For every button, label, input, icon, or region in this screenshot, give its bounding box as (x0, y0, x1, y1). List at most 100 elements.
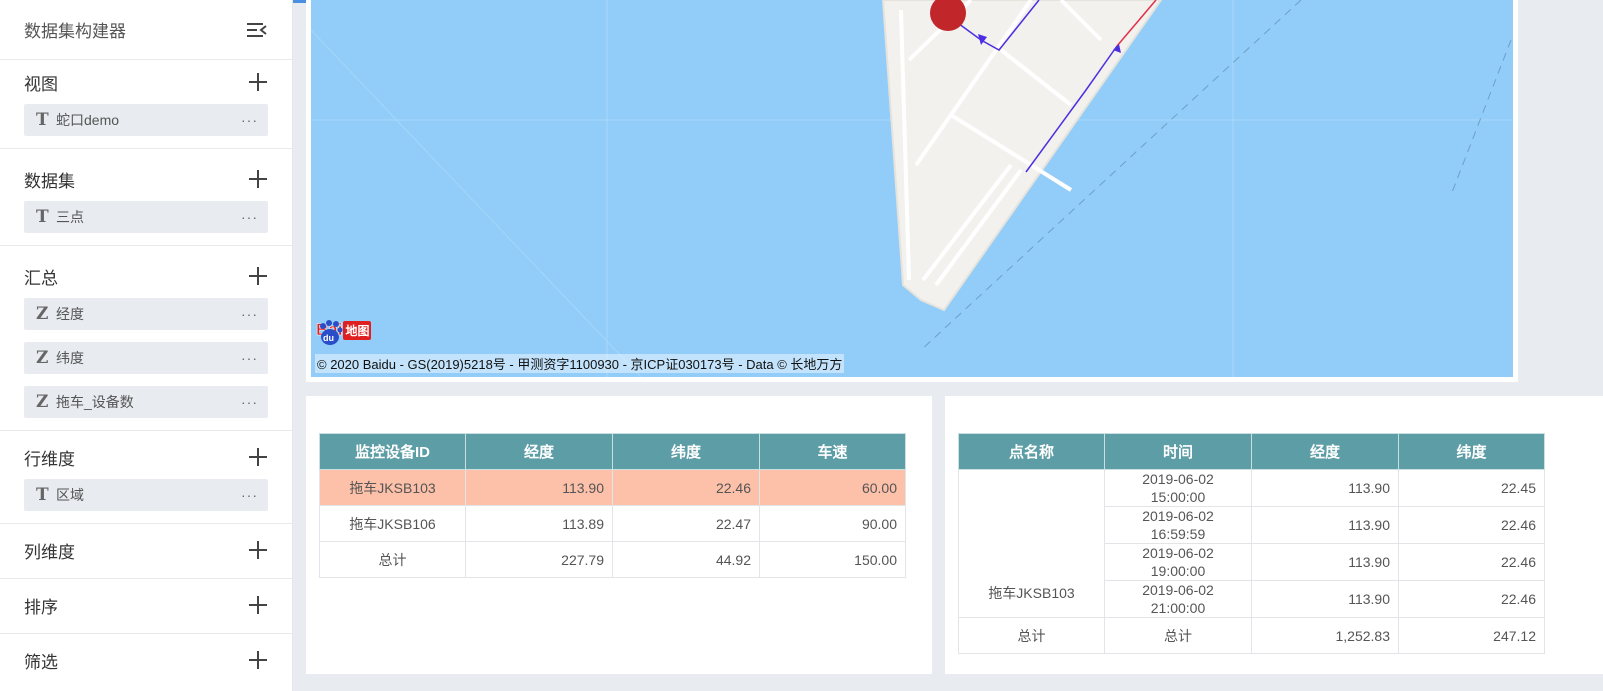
section-title-view: 视图 (24, 74, 58, 94)
field-item-latitude[interactable]: Z 纬度 ··· (24, 342, 268, 374)
section-row-dimension: 行维度 T 区域 ··· (0, 435, 292, 524)
dataset-builder-sidebar: 数据集构建器 视图 T 蛇口demo ··· 数据集 T 三点 ··· 汇总 Z… (0, 0, 293, 691)
section-column-dimension: 列维度 (0, 528, 292, 579)
time-cell: 2019-06-02 21:00:00 (1104, 580, 1252, 618)
sidebar-header: 数据集构建器 (0, 0, 292, 60)
section-title-row-dimension: 行维度 (24, 449, 75, 469)
table-cell: 150.00 (759, 541, 906, 578)
section-title-filter: 筛选 (24, 652, 58, 672)
add-filter-plus-icon[interactable] (248, 650, 268, 670)
field-label: 蛇口demo (56, 112, 120, 128)
sidebar-title: 数据集构建器 (24, 22, 126, 41)
section-title-dataset: 数据集 (24, 171, 75, 191)
time-cell: 2019-06-02 19:00:00 (1104, 543, 1252, 581)
map-panel: Bai du 地图 © 2020 Baidu - GS(2019)5218号 -… (306, 0, 1518, 382)
section-title-column-dimension: 列维度 (24, 542, 75, 562)
field-label: 区域 (56, 487, 84, 503)
more-options-icon[interactable]: ··· (241, 306, 258, 322)
baidu-logo-du: du (323, 333, 334, 343)
collapse-menu-icon[interactable] (246, 21, 268, 39)
baidu-map[interactable]: Bai du 地图 © 2020 Baidu - GS(2019)5218号 -… (311, 0, 1513, 377)
field-item-longitude[interactable]: Z 经度 ··· (24, 298, 268, 330)
section-title-summary: 汇总 (24, 268, 58, 288)
table-cell: 拖车JKSB103 (319, 469, 466, 506)
table-cell: 总计 (1104, 617, 1252, 654)
section-filter: 筛选 (0, 638, 292, 682)
add-summary-plus-icon[interactable] (248, 266, 268, 286)
table-cell: 113.89 (465, 505, 613, 542)
table-cell: 247.12 (1398, 617, 1545, 654)
more-options-icon[interactable]: ··· (241, 112, 258, 128)
field-item-dataset[interactable]: T 三点 ··· (24, 201, 268, 233)
column-header[interactable]: 经度 (465, 433, 613, 470)
table-row[interactable]: 拖车JKSB103 2019-06-02 15:00:00 113.90 22.4… (958, 469, 1545, 618)
column-header[interactable]: 纬度 (612, 433, 760, 470)
add-view-plus-icon[interactable] (248, 72, 268, 92)
column-header[interactable]: 经度 (1251, 433, 1399, 470)
table-cell: 22.46 (1398, 543, 1545, 581)
table-cell: 总计 (319, 541, 466, 578)
section-title-sort: 排序 (24, 597, 58, 617)
column-header[interactable]: 车速 (759, 433, 906, 470)
table-cell: 22.46 (1398, 580, 1545, 618)
column-header[interactable]: 纬度 (1398, 433, 1545, 470)
table-row[interactable]: 拖车JKSB106 113.89 22.47 90.00 (319, 505, 906, 542)
table-cell: 60.00 (759, 469, 906, 506)
column-header[interactable]: 点名称 (958, 433, 1105, 470)
more-options-icon[interactable]: ··· (241, 350, 258, 366)
number-type-icon: Z (36, 348, 49, 368)
field-label: 三点 (56, 209, 84, 225)
table-cell: 22.46 (612, 469, 760, 506)
number-type-icon: Z (36, 304, 49, 324)
map-copyright: © 2020 Baidu - GS(2019)5218号 - 甲测资字11009… (315, 354, 845, 373)
baidu-logo-cn: 地图 (343, 320, 372, 340)
track-table-panel: 点名称 时间 经度 纬度 拖车JKSB103 2019-06-02 15:00:0… (945, 396, 1603, 674)
table-cell: 113.90 (1251, 580, 1399, 618)
more-options-icon[interactable]: ··· (241, 209, 258, 225)
table-total-row[interactable]: 总计 227.79 44.92 150.00 (319, 541, 906, 578)
number-type-icon: Z (36, 392, 49, 412)
section-view: 视图 T 蛇口demo ··· (0, 60, 292, 149)
section-summary: 汇总 Z 经度 ··· Z 纬度 ··· Z 拖车_设备数 ··· (0, 254, 292, 431)
baidu-logo: Bai du 地图 (316, 320, 372, 345)
text-type-icon: T (36, 110, 49, 130)
table-cell: 拖车JKSB106 (319, 505, 466, 542)
field-item-region[interactable]: T 区域 ··· (24, 479, 268, 511)
column-header[interactable]: 时间 (1104, 433, 1252, 470)
field-label: 拖车_设备数 (56, 394, 134, 410)
track-table: 点名称 时间 经度 纬度 拖车JKSB103 2019-06-02 15:00:0… (958, 433, 1545, 654)
table-header-row: 点名称 时间 经度 纬度 (958, 433, 1545, 470)
time-cell: 2019-06-02 15:00:00 (1104, 469, 1252, 507)
time-cell: 2019-06-02 16:59:59 (1104, 506, 1252, 544)
baidu-paw-icon: du (320, 320, 343, 345)
field-label: 经度 (56, 306, 84, 322)
section-dataset: 数据集 T 三点 ··· (0, 157, 292, 246)
group-cell: 拖车JKSB103 (958, 469, 1105, 618)
column-header[interactable]: 监控设备ID (319, 433, 466, 470)
table-cell: 113.90 (1251, 506, 1399, 544)
table-cell: 22.46 (1398, 506, 1545, 544)
table-cell: 总计 (958, 617, 1105, 654)
field-item-view[interactable]: T 蛇口demo ··· (24, 104, 268, 136)
table-cell: 113.90 (465, 469, 613, 506)
table-cell: 22.47 (612, 505, 760, 542)
table-row[interactable]: 拖车JKSB103 113.90 22.46 60.00 (319, 469, 906, 506)
text-type-icon: T (36, 207, 49, 227)
add-row-dimension-plus-icon[interactable] (248, 447, 268, 467)
add-dataset-plus-icon[interactable] (248, 169, 268, 189)
table-cell: 227.79 (465, 541, 613, 578)
field-item-device-count[interactable]: Z 拖车_设备数 ··· (24, 386, 268, 418)
table-cell: 22.45 (1398, 469, 1545, 507)
device-table-panel: 监控设备ID 经度 纬度 车速 拖车JKSB103 113.90 22.46 6… (306, 396, 932, 674)
add-sort-plus-icon[interactable] (248, 595, 268, 615)
add-column-dimension-plus-icon[interactable] (248, 540, 268, 560)
table-cell: 90.00 (759, 505, 906, 542)
table-cell: 44.92 (612, 541, 760, 578)
section-sort: 排序 (0, 583, 292, 634)
more-options-icon[interactable]: ··· (241, 394, 258, 410)
more-options-icon[interactable]: ··· (241, 487, 258, 503)
table-total-row[interactable]: 总计 总计 1,252.83 247.12 (958, 617, 1545, 654)
table-cell: 113.90 (1251, 469, 1399, 507)
table-cell: 113.90 (1251, 543, 1399, 581)
text-type-icon: T (36, 485, 49, 505)
